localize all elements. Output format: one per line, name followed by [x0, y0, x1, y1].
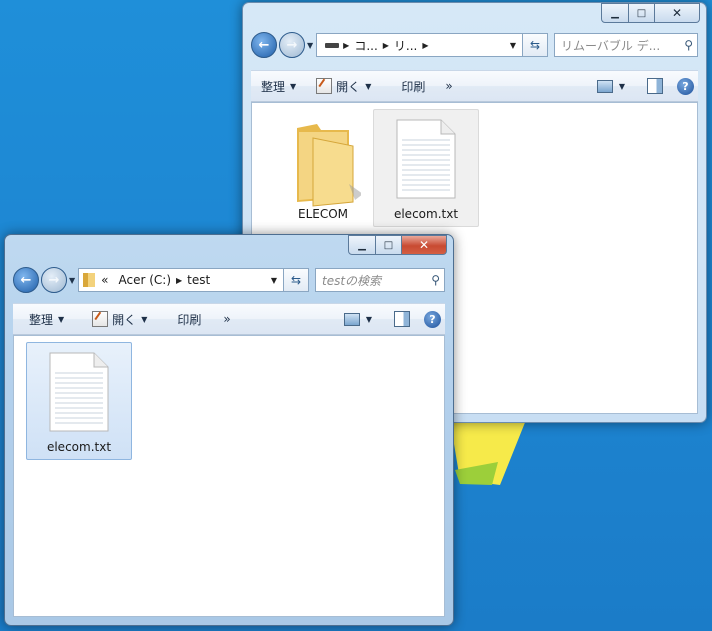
organize-button[interactable]: 整理 ▼ — [251, 71, 306, 101]
dropdown-arrow-icon: ▼ — [58, 314, 65, 324]
address-bar[interactable]: « Acer (C:) ▶ test ▼ — [78, 268, 284, 292]
recent-pages-dropdown[interactable]: ▼ — [307, 41, 313, 50]
close-button[interactable]: ✕ — [655, 3, 700, 23]
item-name: elecom.txt — [46, 440, 112, 454]
address-dropdown-icon[interactable]: ▼ — [265, 276, 283, 285]
breadcrumb-segment[interactable]: リ... — [394, 37, 417, 54]
organize-label: 整理 — [261, 79, 286, 94]
arrow-left-icon: ← — [258, 37, 270, 53]
back-button[interactable]: ← — [251, 32, 277, 58]
notepad-icon — [92, 311, 109, 327]
folder-icon — [297, 124, 361, 207]
dropdown-arrow-icon: ▼ — [141, 314, 148, 324]
breadcrumb-separator-icon: ▶ — [176, 275, 183, 285]
navigation-bar: ← → ▼ « Acer (C:) ▶ test ▼ ⇆ testの検索 ⚲ — [13, 265, 445, 295]
search-placeholder: testの検索 — [322, 273, 382, 288]
search-input[interactable]: testの検索 ⚲ — [315, 268, 445, 292]
back-button[interactable]: ← — [13, 267, 39, 293]
print-label: 印刷 — [401, 79, 426, 94]
navigation-bar: ← → ▼ ▶ コ... ▶ リ... ▶ ▼ ⇆ リムーバブル デ... ⚲ — [251, 30, 698, 60]
notepad-icon — [316, 78, 333, 94]
open-label: 開く — [336, 79, 361, 94]
file-list: elecom.txt — [13, 335, 445, 617]
maximize-button[interactable]: □ — [629, 3, 655, 23]
breadcrumb-segment[interactable]: Acer (C:) — [119, 273, 172, 287]
open-button[interactable]: 開く ▼ — [74, 304, 157, 334]
dropdown-arrow-icon: ▼ — [290, 81, 297, 91]
view-dropdown-icon[interactable]: ▼ — [619, 82, 625, 91]
print-label: 印刷 — [177, 312, 202, 327]
explorer-window-test: ▁ □ ✕ ← → ▼ « Acer (C:) ▶ test ▼ ⇆ testの… — [4, 234, 454, 626]
minimize-button[interactable]: ▁ — [601, 3, 629, 23]
address-dropdown-icon[interactable]: ▼ — [504, 41, 522, 50]
change-view-icon[interactable] — [596, 79, 613, 93]
text-document-icon — [49, 352, 109, 432]
breadcrumb-separator-icon: ▶ — [343, 40, 350, 50]
organize-label: 整理 — [29, 312, 54, 327]
search-icon: ⚲ — [431, 273, 440, 287]
breadcrumb-segment[interactable]: test — [187, 273, 210, 287]
refresh-button[interactable]: ⇆ — [523, 33, 548, 57]
minimize-button[interactable]: ▁ — [348, 235, 376, 255]
breadcrumb-segment[interactable]: コ... — [354, 37, 377, 54]
preview-pane-icon[interactable] — [394, 311, 410, 327]
arrow-right-icon: → — [48, 272, 60, 288]
recent-pages-dropdown[interactable]: ▼ — [69, 276, 75, 285]
folder-item[interactable]: ELECOM — [270, 109, 376, 227]
breadcrumb-separator-icon: ▶ — [382, 40, 389, 50]
caption-buttons: ▁ □ ✕ — [601, 3, 700, 23]
item-name: ELECOM — [297, 207, 349, 221]
search-input[interactable]: リムーバブル デ... ⚲ — [554, 33, 698, 57]
breadcrumb-separator-icon: ▶ — [422, 40, 429, 50]
maximize-button[interactable]: □ — [376, 235, 402, 255]
arrow-right-icon: → — [286, 37, 298, 53]
print-button[interactable]: 印刷 — [381, 71, 435, 101]
search-icon: ⚲ — [684, 38, 693, 52]
organize-button[interactable]: 整理 ▼ — [13, 304, 74, 334]
help-icon[interactable]: ? — [424, 310, 441, 328]
drive-icon — [325, 42, 340, 48]
preview-pane-icon[interactable] — [647, 78, 663, 94]
more-label: » — [223, 312, 231, 326]
command-bar: 整理 ▼ 開く ▼ 印刷 » ▼ ? — [251, 70, 698, 102]
more-commands-button[interactable]: » — [435, 71, 462, 101]
more-commands-button[interactable]: » — [211, 304, 240, 334]
arrow-left-icon: ← — [20, 272, 32, 288]
refresh-icon: ⇆ — [290, 273, 302, 287]
view-dropdown-icon[interactable]: ▼ — [366, 315, 372, 324]
text-document-icon — [396, 119, 456, 199]
folder-small-icon — [83, 273, 96, 287]
forward-button[interactable]: → — [279, 32, 305, 58]
refresh-icon: ⇆ — [529, 38, 541, 52]
breadcrumb-overflow[interactable]: « — [101, 273, 108, 287]
file-item[interactable]: elecom.txt — [26, 342, 132, 460]
print-button[interactable]: 印刷 — [157, 304, 211, 334]
refresh-button[interactable]: ⇆ — [284, 268, 309, 292]
open-button[interactable]: 開く ▼ — [306, 71, 381, 101]
address-bar[interactable]: ▶ コ... ▶ リ... ▶ ▼ — [316, 33, 523, 57]
forward-button[interactable]: → — [41, 267, 67, 293]
file-item[interactable]: elecom.txt — [373, 109, 479, 227]
dropdown-arrow-icon: ▼ — [365, 81, 372, 91]
caption-buttons: ▁ □ ✕ — [348, 235, 447, 255]
close-button[interactable]: ✕ — [402, 235, 447, 255]
command-bar: 整理 ▼ 開く ▼ 印刷 » ▼ ? — [13, 303, 445, 335]
open-label: 開く — [112, 312, 137, 327]
change-view-icon[interactable] — [343, 312, 360, 326]
item-name: elecom.txt — [393, 207, 459, 221]
search-placeholder: リムーバブル デ... — [561, 38, 661, 53]
more-label: » — [445, 79, 453, 93]
help-icon[interactable]: ? — [677, 77, 694, 95]
